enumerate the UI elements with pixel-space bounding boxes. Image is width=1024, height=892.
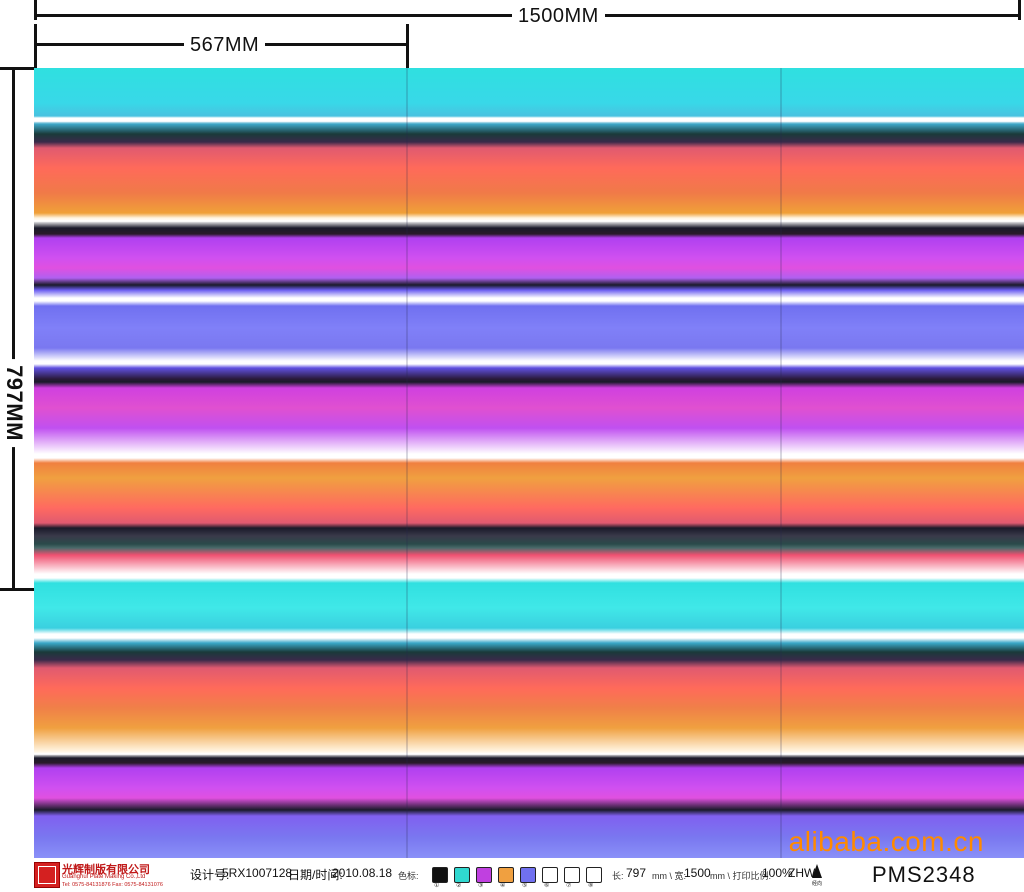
streak: [34, 362, 1024, 364]
color-swatch-5: [520, 867, 536, 883]
swatch-number: ⑦: [566, 883, 572, 889]
total-width-label: 1500MM: [512, 5, 605, 28]
company-seal-logo: [34, 862, 60, 888]
streak: [34, 299, 1024, 301]
width-value: 1500: [684, 866, 711, 880]
left-ruler-top-tick: [0, 67, 34, 70]
swatch-number: ⑥: [544, 883, 550, 889]
company-phone: Tel: 0575-84131876 Fax: 0575-84131076: [62, 882, 163, 888]
streak: [34, 220, 1024, 222]
swatch-number: ④: [500, 883, 506, 889]
left-ruler-line: [12, 68, 15, 590]
repeat-ruler-left-tick: [34, 24, 37, 68]
width-label: mm \ 宽:: [652, 871, 686, 881]
pms-code: PMS2348: [872, 862, 976, 887]
footer-info-strip: 光辉制版有限公司 Guanghui Plate Making Co.,Ltd T…: [0, 858, 1024, 892]
color-swatch-8: [586, 867, 602, 883]
height-label: 797MM: [0, 359, 31, 447]
streak: [34, 456, 1024, 458]
repeat-width-label: 567MM: [184, 34, 266, 57]
color-swatch-1: [432, 867, 448, 883]
top-ruler-left-tick: [34, 0, 37, 20]
repeat-seam: [406, 68, 408, 858]
warp-direction-caption: 经向: [812, 881, 823, 887]
streak: [34, 636, 1024, 638]
color-swatch-4: [498, 867, 514, 883]
color-swatch-6: [542, 867, 558, 883]
length-value: 797: [626, 866, 647, 880]
warp-direction-icon: [812, 864, 822, 878]
swatch-number: ②: [456, 883, 462, 889]
watermark: alibaba.com.cn: [788, 826, 984, 857]
fabric-print-area: [34, 68, 1024, 858]
top-ruler-right-tick: [1018, 0, 1021, 20]
repeat-seam: [780, 68, 782, 858]
design-no: 5RX1007128: [222, 866, 293, 880]
left-ruler-bottom-tick: [0, 588, 34, 591]
streak: [34, 753, 1024, 755]
date-value: 2010.08.18: [332, 866, 393, 880]
streak: [34, 576, 1024, 578]
swatch-number: ①: [434, 883, 440, 889]
color-swatch-3: [476, 867, 492, 883]
length-label: 长:: [612, 871, 624, 881]
color-swatch-7: [564, 867, 580, 883]
swatch-number: ③: [478, 883, 484, 889]
color-swatch-2: [454, 867, 470, 883]
company-name-en: Guanghui Plate Making Co.,Ltd: [62, 874, 146, 880]
swatch-number: ⑧: [588, 883, 594, 889]
repeat-ruler-right-tick: [406, 24, 409, 68]
streak: [34, 120, 1024, 122]
colors-label: 色标:: [398, 871, 419, 881]
swatch-number: ⑤: [522, 883, 528, 889]
